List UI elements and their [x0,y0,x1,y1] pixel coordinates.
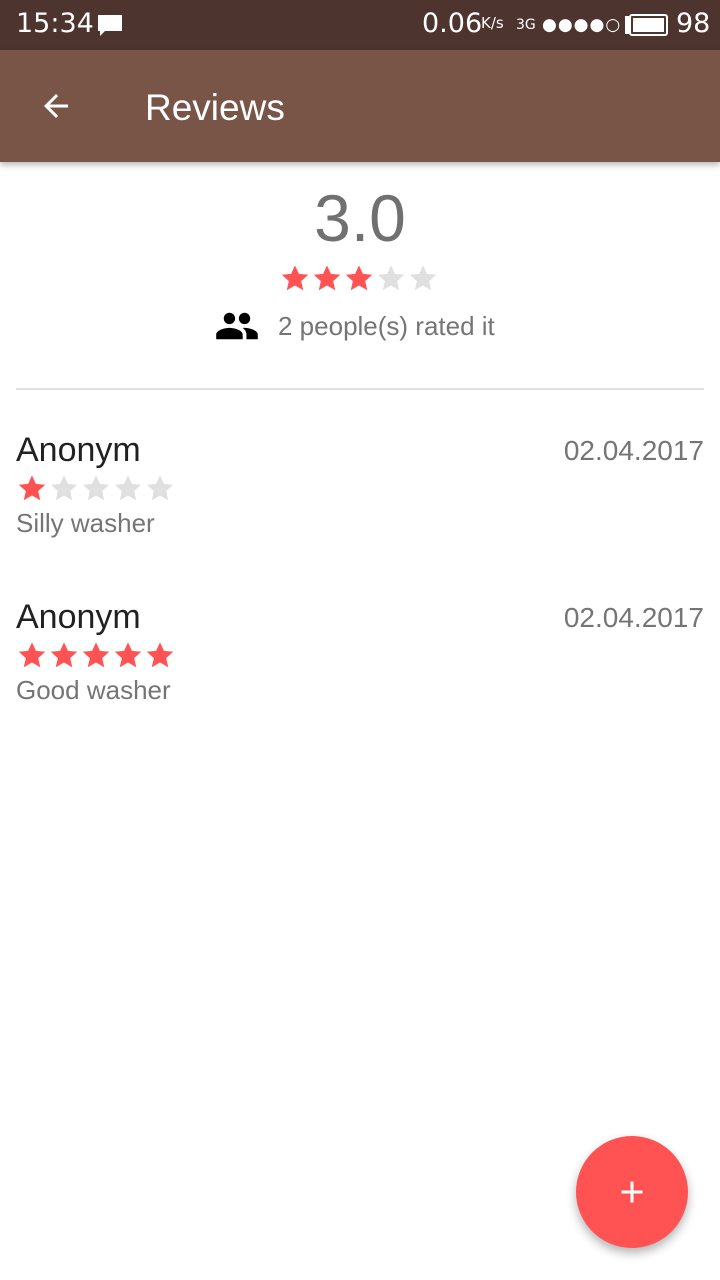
review-stars [16,472,176,504]
app-bar: Reviews [0,50,720,162]
rating-summary: 3.0 2 people(s) rated it [0,162,720,390]
average-rating: 3.0 [314,181,406,255]
star-filled-icon [345,265,373,291]
star-empty-icon [146,475,174,501]
review-item: Anonym 02.04.2017 Silly washer [16,430,704,570]
review-text: Silly washer [16,508,155,538]
star-filled-icon [82,642,110,668]
star-filled-icon [50,642,78,668]
status-bar: 15:34 0.06 K/s 3G ●●●●○ 98 [0,0,720,50]
average-stars [279,262,439,294]
star-filled-icon [313,265,341,291]
review-author: Anonym [16,431,141,469]
star-empty-icon [409,265,437,291]
battery-icon [625,14,668,36]
add-review-button[interactable] [576,1136,688,1248]
review-author: Anonym [16,598,141,636]
back-button[interactable] [22,72,90,140]
star-filled-icon [114,642,142,668]
plus-icon [621,1181,643,1203]
star-filled-icon [18,475,46,501]
rated-count-row: 2 people(s) rated it [214,306,495,346]
review-stars [16,639,176,671]
review-date: 02.04.2017 [563,435,704,466]
battery-level: 98 [676,8,711,39]
net-type: 3G [516,17,536,33]
star-filled-icon [281,265,309,291]
page-title: Reviews [145,87,285,128]
review-text: Good washer [16,675,171,705]
star-empty-icon [377,265,405,291]
net-unit: K/s [481,14,504,32]
arrow-back-icon [44,94,68,118]
review-item: Anonym 02.04.2017 Good washer [16,597,704,737]
signal-strength: ●●●●○ [542,15,622,35]
star-empty-icon [50,475,78,501]
rated-count-text: 2 people(s) rated it [278,310,495,341]
star-filled-icon [146,642,174,668]
star-empty-icon [82,475,110,501]
status-time: 15:34 [16,8,94,39]
star-filled-icon [18,642,46,668]
message-icon [98,15,122,36]
star-empty-icon [114,475,142,501]
people-icon [216,312,258,340]
net-speed: 0.06 [422,8,483,39]
divider [16,388,704,390]
review-date: 02.04.2017 [563,602,704,633]
